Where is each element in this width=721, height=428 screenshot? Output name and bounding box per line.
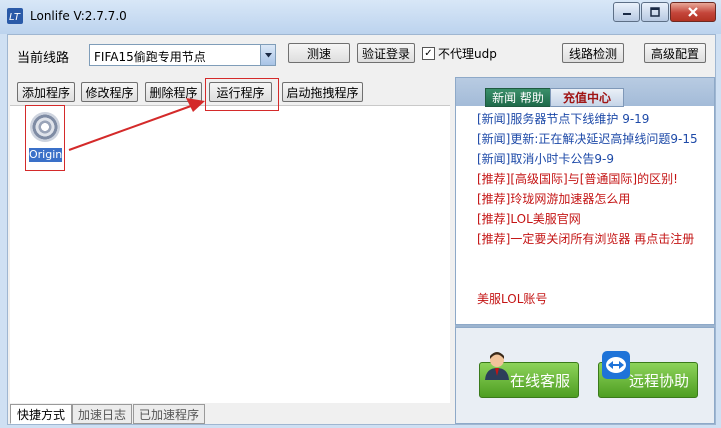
title-bar: LT Lonlife V:2.7.7.0 xyxy=(0,0,721,34)
remote-assist-icon xyxy=(602,351,630,379)
route-dropdown-button[interactable] xyxy=(260,45,275,65)
news-box: 新闻 帮助 充值中心 [新闻]服务器节点下线维护 9-19 [新闻]更新:正在解… xyxy=(455,77,715,325)
minimize-icon xyxy=(622,13,631,15)
program-list-panel xyxy=(10,105,450,403)
news-text: 更新:正在解决延迟高掉线问题9-15 xyxy=(510,132,698,146)
add-program-button[interactable]: 添加程序 xyxy=(17,82,75,102)
news-tag: [新闻] xyxy=(477,112,511,126)
maximize-button[interactable] xyxy=(641,2,669,22)
route-check-button[interactable]: 线路检测 xyxy=(562,43,624,63)
news-text: 服务器节点下线维护 9-19 xyxy=(510,112,650,126)
news-item[interactable]: [新闻]服务器节点下线维护 9-19 xyxy=(477,109,715,129)
bottom-tab-strip: 快捷方式 加速日志 已加速程序 xyxy=(10,404,450,424)
no-proxy-udp-checkbox[interactable]: ✓ xyxy=(422,47,435,60)
remote-assist-label: 远程协助 xyxy=(628,371,689,390)
speed-test-button[interactable]: 测速 xyxy=(288,43,350,63)
tab-shortcuts[interactable]: 快捷方式 xyxy=(10,404,72,424)
advanced-config-button[interactable]: 高级配置 xyxy=(644,43,706,63)
close-icon xyxy=(688,7,698,17)
online-service-label: 在线客服 xyxy=(509,371,570,390)
close-button[interactable] xyxy=(670,2,716,22)
news-tag: [推荐] xyxy=(477,192,511,206)
news-tag: [新闻] xyxy=(477,132,511,146)
news-item[interactable]: [推荐]玲珑网游加速器怎么用 xyxy=(477,189,715,209)
right-panel: 新闻 帮助 充值中心 [新闻]服务器节点下线维护 9-19 [新闻]更新:正在解… xyxy=(455,77,715,424)
annotation-box-program xyxy=(25,105,65,171)
news-item[interactable]: [推荐]一定要关闭所有浏览器 再点击注册 xyxy=(477,229,715,249)
news-text: 玲珑网游加速器怎么用 xyxy=(510,192,631,206)
news-list: [新闻]服务器节点下线维护 9-19 [新闻]更新:正在解决延迟高掉线问题9-1… xyxy=(477,109,715,249)
news-tag: [推荐] xyxy=(477,232,511,246)
news-item[interactable]: [推荐]LOL美服官网 xyxy=(477,209,715,229)
news-item[interactable]: [新闻]更新:正在解决延迟高掉线问题9-15 xyxy=(477,129,715,149)
news-text: LOL美服官网 xyxy=(510,212,581,226)
tab-recharge-center[interactable]: 充值中心 xyxy=(550,88,624,107)
verify-login-button[interactable]: 验证登录 xyxy=(357,43,415,63)
route-toolbar: 当前线路 FIFA15偷跑专用节点 测速 验证登录 ✓ 不代理udp 线路检测 … xyxy=(8,35,715,73)
app-logo-icon: LT xyxy=(7,8,23,24)
online-service-button[interactable]: 在线客服 xyxy=(479,352,579,398)
route-select-value: FIFA15偷跑专用节点 xyxy=(94,50,206,64)
edit-program-button[interactable]: 修改程序 xyxy=(81,82,138,102)
remote-assist-button[interactable]: 远程协助 xyxy=(598,351,698,398)
news-text: [高级国际]与[普通国际]的区别! xyxy=(510,172,678,186)
delete-program-button[interactable]: 删除程序 xyxy=(145,82,202,102)
tab-accelerated-programs[interactable]: 已加速程序 xyxy=(133,404,205,424)
news-tag: [新闻] xyxy=(477,152,511,166)
news-item[interactable]: [新闻]取消小时卡公告9-9 xyxy=(477,149,715,169)
main-client-area: 当前线路 FIFA15偷跑专用节点 测速 验证登录 ✓ 不代理udp 线路检测 … xyxy=(7,34,716,425)
news-item[interactable]: [推荐][高级国际]与[普通国际]的区别! xyxy=(477,169,715,189)
annotation-box-run xyxy=(205,78,279,111)
tab-news-help[interactable]: 新闻 帮助 xyxy=(485,88,551,107)
news-tag: [推荐] xyxy=(477,172,511,186)
route-label: 当前线路 xyxy=(17,51,70,66)
no-proxy-udp-option[interactable]: ✓ 不代理udp xyxy=(422,45,497,62)
chevron-down-icon xyxy=(264,52,272,57)
route-select[interactable]: FIFA15偷跑专用节点 xyxy=(89,44,276,66)
start-drag-program-button[interactable]: 启动拖拽程序 xyxy=(282,82,363,102)
svg-text:LT: LT xyxy=(9,12,21,23)
window-title: Lonlife V:2.7.7.0 xyxy=(30,9,127,23)
tab-accel-log[interactable]: 加速日志 xyxy=(72,404,132,424)
news-tag: [推荐] xyxy=(477,212,511,226)
news-text: 取消小时卡公告9-9 xyxy=(510,152,614,166)
news-tab-strip: 新闻 帮助 充值中心 xyxy=(456,78,714,107)
news-continuation[interactable]: 美服LOL账号 xyxy=(477,289,547,309)
agent-avatar-icon xyxy=(485,352,509,380)
minimize-button[interactable] xyxy=(613,2,640,22)
support-area: 在线客服 远程协助 xyxy=(455,327,715,424)
news-text: 一定要关闭所有浏览器 再点击注册 xyxy=(510,232,695,246)
app-window: LT Lonlife V:2.7.7.0 当前线路 FIFA15偷跑专用节点 测… xyxy=(0,0,721,428)
no-proxy-udp-label: 不代理udp xyxy=(438,47,497,61)
maximize-icon xyxy=(650,7,660,17)
